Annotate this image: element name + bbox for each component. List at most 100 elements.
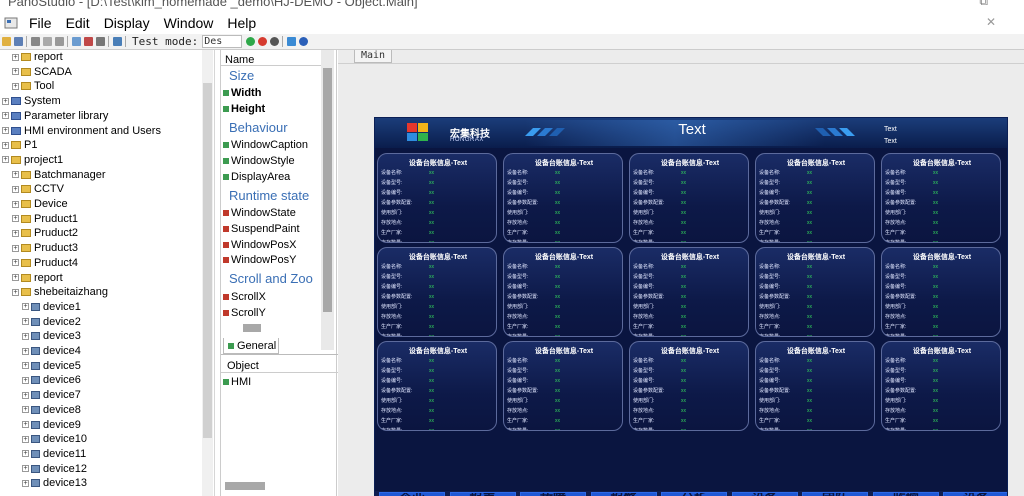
device-card[interactable]: 设备台账信息-Text 设备名称: xx 设备型号: xx 设备编号: xx 设备参数配置: x…	[629, 341, 749, 431]
expand-icon[interactable]: +	[22, 318, 29, 326]
tree-item[interactable]: + device12	[22, 462, 87, 476]
property-hscrollbar-thumb[interactable]	[243, 324, 261, 332]
property-window-style[interactable]: WindowStyle	[223, 153, 295, 168]
tree-item[interactable]: + Pruduct4	[12, 256, 78, 270]
tree-item[interactable]: + device9	[22, 418, 81, 432]
expand-icon[interactable]: +	[12, 244, 19, 252]
device-card[interactable]: 设备台账信息-Text 设备名称: xx 设备型号: xx 设备编号: xx 设备参数配置: x…	[377, 247, 497, 337]
open-icon[interactable]	[2, 37, 11, 46]
category-runtime-state[interactable]: Runtime state	[229, 188, 309, 203]
tree-item[interactable]: + SCADA	[12, 65, 72, 79]
properties-icon[interactable]	[96, 37, 105, 46]
expand-icon[interactable]: +	[12, 68, 19, 76]
monitor-icon[interactable]	[113, 37, 122, 46]
category-behaviour[interactable]: Behaviour	[229, 120, 288, 135]
device-card[interactable]: 设备台账信息-Text 设备名称: xx 设备型号: xx 设备编号: xx 设备参数配置: x…	[503, 247, 623, 337]
tree-item[interactable]: + device7	[22, 388, 81, 402]
category-size[interactable]: Size	[229, 68, 254, 83]
expand-icon[interactable]: +	[12, 171, 19, 179]
tree-item[interactable]: + Device	[12, 197, 68, 211]
expand-icon[interactable]: +	[22, 303, 29, 311]
tree-item[interactable]: + Batchmanager	[12, 168, 106, 182]
find-icon[interactable]	[72, 37, 81, 46]
menu-display[interactable]: Display	[97, 15, 157, 31]
run-icon[interactable]	[246, 37, 256, 46]
category-scroll-zoom[interactable]: Scroll and Zoo	[229, 271, 313, 286]
footer-nav-button[interactable]: 分析	[661, 492, 727, 496]
tree-item[interactable]: + Pruduct3	[12, 241, 78, 255]
expand-icon[interactable]: +	[12, 82, 19, 90]
footer-nav-button[interactable]: 团队	[802, 492, 868, 496]
save-icon[interactable]	[14, 37, 23, 46]
property-suspend-paint[interactable]: SuspendPaint	[223, 221, 300, 236]
tree-item[interactable]: + shebeitaizhang	[12, 285, 108, 299]
tree-item[interactable]: + device10	[22, 432, 87, 446]
footer-nav-button[interactable]: 设备	[731, 492, 798, 496]
footer-nav-button[interactable]: 报表	[449, 492, 516, 496]
expand-icon[interactable]: +	[12, 288, 19, 296]
footer-nav-button[interactable]: 监控	[872, 492, 939, 496]
device-card[interactable]: 设备台账信息-Text 设备名称: xx 设备型号: xx 设备编号: xx 设备参数配置: x…	[629, 153, 749, 243]
tree-item[interactable]: + device11	[22, 447, 86, 461]
property-window-pos-x[interactable]: WindowPosX	[223, 237, 296, 252]
property-scrollbar-thumb[interactable]	[323, 68, 332, 312]
tree-item[interactable]: + device13	[22, 476, 87, 490]
tree-item[interactable]: + device1	[22, 300, 81, 314]
device-card[interactable]: 设备台账信息-Text 设备名称: xx 设备型号: xx 设备编号: xx 设备参数配置: x…	[881, 341, 1001, 431]
expand-icon[interactable]: +	[2, 112, 9, 120]
tree-item[interactable]: + device8	[22, 403, 81, 417]
property-window-caption[interactable]: WindowCaption	[223, 137, 308, 152]
tree-item[interactable]: + System	[2, 94, 61, 108]
menu-file[interactable]: File	[22, 15, 59, 31]
property-scroll-y[interactable]: ScrollY	[223, 305, 266, 320]
tab-main[interactable]: Main	[354, 50, 392, 63]
delete-icon[interactable]	[84, 37, 93, 46]
copy-icon[interactable]	[43, 37, 52, 46]
expand-icon[interactable]: +	[2, 141, 9, 149]
footer-nav-button[interactable]: 故障	[520, 492, 586, 496]
expand-icon[interactable]: +	[12, 185, 19, 193]
tree-item[interactable]: + HMI environment and Users	[2, 124, 161, 138]
tree-item[interactable]: + Parameter library	[2, 109, 108, 123]
expand-icon[interactable]: +	[22, 391, 29, 399]
record-icon[interactable]	[270, 37, 280, 46]
refresh-icon[interactable]	[287, 37, 297, 46]
expand-icon[interactable]: +	[22, 450, 29, 458]
expand-icon[interactable]: +	[22, 347, 29, 355]
tree-scrollbar-thumb[interactable]	[203, 83, 212, 438]
device-card[interactable]: 设备台账信息-Text 设备名称: xx 设备型号: xx 设备编号: xx 设备参数配置: x…	[881, 247, 1001, 337]
device-card[interactable]: 设备台账信息-Text 设备名称: xx 设备型号: xx 设备编号: xx 设备参数配置: x…	[503, 153, 623, 243]
tab-general[interactable]: General	[223, 338, 279, 354]
device-card[interactable]: 设备台账信息-Text 设备名称: xx 设备型号: xx 设备编号: xx 设备参数配置: x…	[755, 153, 875, 243]
device-card[interactable]: 设备台账信息-Text 设备名称: xx 设备型号: xx 设备编号: xx 设备参数配置: x…	[881, 153, 1001, 243]
property-window-pos-y[interactable]: WindowPosY	[223, 252, 296, 267]
stop-icon[interactable]	[258, 37, 268, 46]
property-display-area[interactable]: DisplayArea	[223, 169, 290, 184]
menu-window[interactable]: Window	[157, 15, 221, 31]
device-card[interactable]: 设备台账信息-Text 设备名称: xx 设备型号: xx 设备编号: xx 设备参数配置: x…	[503, 341, 623, 431]
tree-item[interactable]: + Pruduct1	[12, 212, 78, 226]
tree-item[interactable]: + Pruduct2	[12, 226, 78, 240]
device-card[interactable]: 设备台账信息-Text 设备名称: xx 设备型号: xx 设备编号: xx 设备参数配置: x…	[629, 247, 749, 337]
tree-item[interactable]: + report	[12, 271, 63, 285]
expand-icon[interactable]: +	[12, 200, 19, 208]
footer-nav-button[interactable]: 企业	[379, 492, 445, 496]
expand-icon[interactable]: +	[12, 53, 19, 61]
tree-item[interactable]: + device6	[22, 373, 81, 387]
test-mode-select[interactable]: Des	[202, 35, 243, 48]
tree-item[interactable]: + report	[12, 50, 63, 64]
tree-item[interactable]: + device5	[22, 359, 81, 373]
expand-icon[interactable]: +	[22, 362, 29, 370]
cut-icon[interactable]	[31, 37, 40, 46]
expand-icon[interactable]: +	[12, 215, 19, 223]
tree-item[interactable]: + P1	[2, 138, 37, 152]
tree-item[interactable]: + CCTV	[12, 182, 64, 196]
device-card[interactable]: 设备台账信息-Text 设备名称: xx 设备型号: xx 设备编号: xx 设备参数配置: x…	[377, 341, 497, 431]
property-window-state[interactable]: WindowState	[223, 205, 296, 220]
expand-icon[interactable]: +	[12, 229, 19, 237]
device-card[interactable]: 设备台账信息-Text 设备名称: xx 设备型号: xx 设备编号: xx 设备参数配置: x…	[377, 153, 497, 243]
menu-edit[interactable]: Edit	[59, 15, 97, 31]
device-card[interactable]: 设备台账信息-Text 设备名称: xx 设备型号: xx 设备编号: xx 设备参数配置: x…	[755, 247, 875, 337]
hmi-screen[interactable]: 宏集科技 HONGRAX Text Text Text 企业报表故障报警分析设备…	[374, 117, 1008, 496]
expand-icon[interactable]: +	[22, 435, 29, 443]
